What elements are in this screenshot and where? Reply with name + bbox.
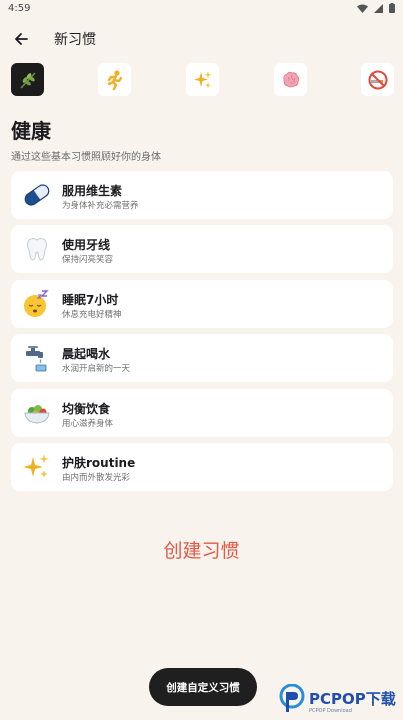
sparkles-icon [193,70,211,88]
wifi-icon [357,4,368,13]
habit-name: 均衡饮食 [62,402,111,416]
running-person-icon [107,69,122,90]
herb-icon [19,71,36,89]
category-quit[interactable] [361,63,394,96]
status-icons [357,3,395,13]
habit-name: 护肤routine [62,456,136,470]
habit-name: 使用牙线 [62,238,111,252]
habit-name: 睡眠7小时 [62,293,119,307]
category-selector [0,63,403,101]
category-health[interactable] [11,63,44,96]
section-subtitle: 通过这些基本习惯照顾好你的身体 [11,152,161,163]
habit-item[interactable]: 睡眠7小时 休息充电好精神 [11,280,393,328]
habit-description: 休息充电好精神 [62,310,122,320]
create-custom-habit-button[interactable]: 创建自定义习惯 [149,668,257,706]
water-tap-icon [21,342,53,374]
category-beauty[interactable] [186,63,219,96]
habit-item[interactable]: 晨起喝水 水润开启新的一天 [11,334,393,382]
category-fitness[interactable] [98,63,131,96]
habit-name: 服用维生素 [62,184,123,198]
habit-description: 保持闪亮笑容 [62,255,114,265]
arrow-back-icon [15,33,28,45]
battery-icon [389,3,395,13]
sparkles-icon [21,451,53,483]
tooth-icon [21,233,53,265]
category-mind[interactable] [274,63,307,96]
habit-item[interactable]: 服用维生素 为身体补充必需营养 [11,171,393,219]
watermark: PCPOP下载 PCPOP Download [278,682,403,720]
create-habit-link[interactable]: 创建习惯 [0,536,403,563]
habit-description: 用心滋养身体 [62,419,114,429]
habit-name: 晨起喝水 [62,347,111,361]
status-time: 4:59 [8,3,31,14]
brain-icon [282,71,299,87]
pill-icon [21,179,53,211]
habit-description: 由内而外散发光彩 [62,473,131,483]
sleeping-face-icon [21,288,53,320]
back-button[interactable] [6,24,36,54]
salad-icon [21,397,53,429]
status-bar: 4:59 [0,0,403,18]
habit-item[interactable]: 使用牙线 保持闪亮笑容 [11,225,393,273]
habit-item[interactable]: 护肤routine 由内而外散发光彩 [11,443,393,491]
page-title: 新习惯 [54,32,96,48]
habit-description: 水润开启新的一天 [62,364,131,374]
app-bar: 新习惯 [0,18,403,60]
section-title: 健康 [11,119,51,143]
signal-icon [374,3,383,13]
habit-item[interactable]: 均衡饮食 用心滋养身体 [11,389,393,437]
watermark-logo [279,684,305,712]
no-smoking-icon [368,70,387,89]
habit-description: 为身体补充必需营养 [62,201,139,211]
watermark-subtext: PCPOP Download [309,708,352,714]
watermark-brand: PCPOP下载 [309,690,396,708]
